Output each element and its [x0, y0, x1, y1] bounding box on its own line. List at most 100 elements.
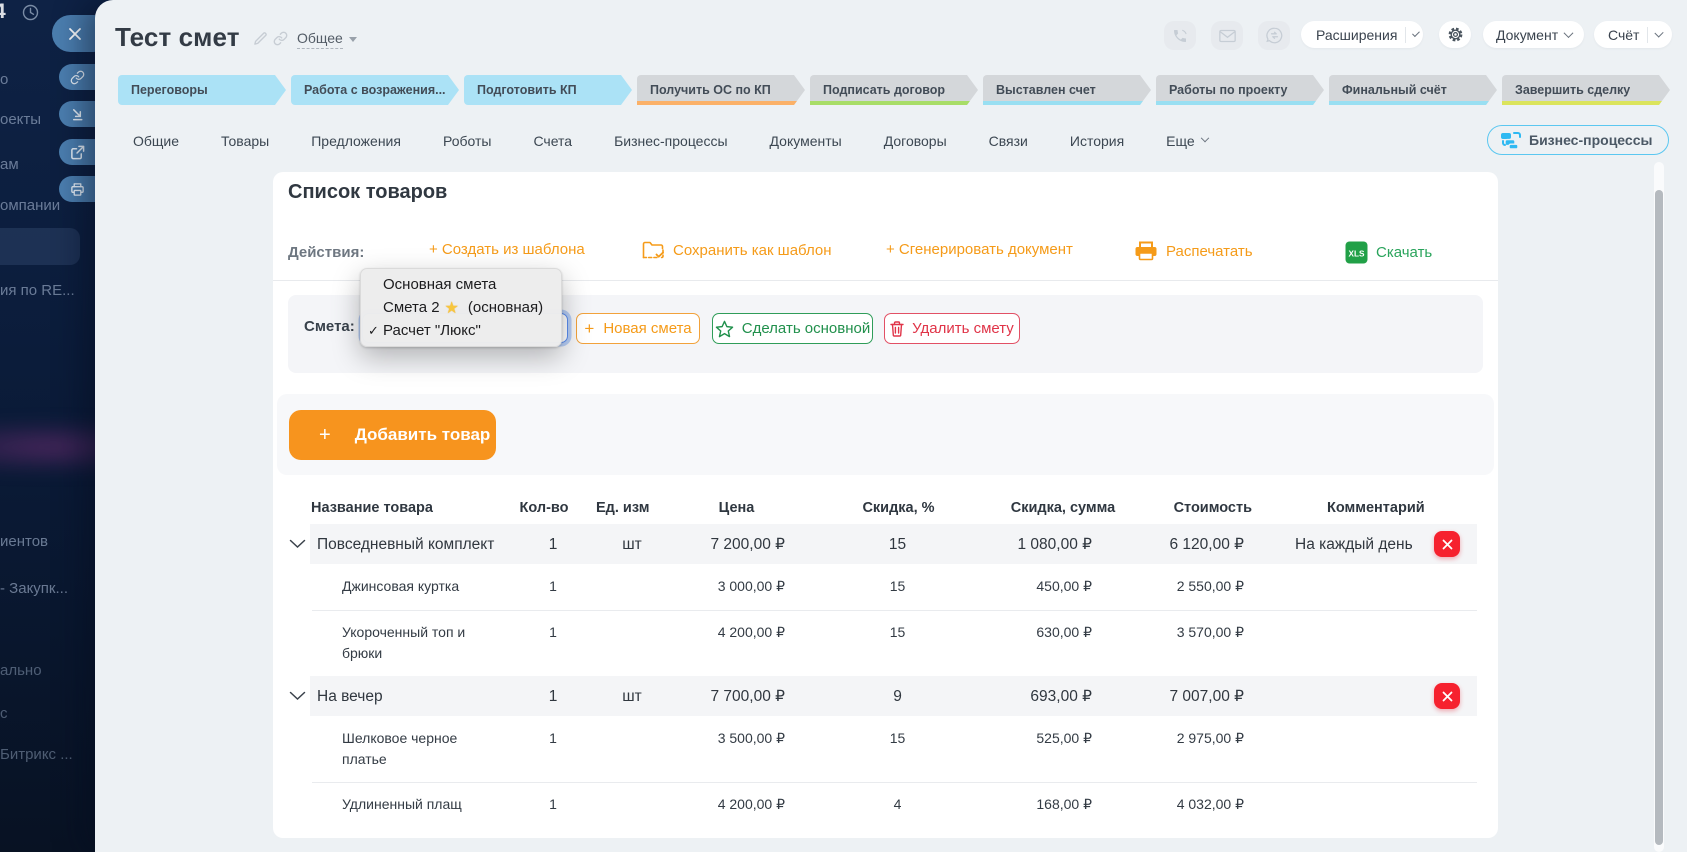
action-link[interactable]: + Создать из шаблона [429, 241, 585, 258]
tab-счета[interactable]: Счета [533, 133, 572, 149]
scrollbar-track[interactable] [1654, 162, 1664, 852]
pipeline-stage[interactable]: Выставлен счет [983, 75, 1151, 105]
tab-товары[interactable]: Товары [221, 133, 269, 149]
scrollbar-thumb[interactable] [1655, 190, 1663, 845]
document-button[interactable]: Документ [1483, 21, 1584, 48]
stage-label: Подготовить КП [477, 83, 577, 97]
sidebar-item-fragment[interactable]: омпании [0, 197, 60, 214]
chevron-down-icon[interactable] [289, 691, 306, 701]
pipeline-stage[interactable]: Подготовить КП [464, 75, 632, 105]
tab-общие[interactable]: Общие [133, 133, 179, 149]
estimate-menu-item[interactable]: Основная смета [361, 273, 561, 296]
product-name: Джинсовая куртка [342, 576, 459, 597]
chat-button[interactable] [1258, 21, 1290, 50]
row-chevron-cell[interactable] [288, 676, 315, 716]
tab-предложения[interactable]: Предложения [311, 133, 401, 149]
column-header: Комментарий [1258, 500, 1477, 524]
tab-more-label: Еще [1166, 133, 1195, 149]
sidebar-item-fragment[interactable]: о [0, 71, 8, 88]
pipeline-stage[interactable]: Завершить сделку [1502, 75, 1670, 105]
pipeline-stage-bar: Переговоры Работа с возражения... Подготов… [118, 75, 1675, 105]
stage-label: Работа с возражения... [304, 83, 446, 97]
sidebar-item-fragment[interactable]: иентов [0, 533, 48, 550]
pipeline-stage[interactable]: Получить ОС по КП [637, 75, 805, 105]
tab-bar: Общие Товары Предложения Роботы Счета Бизнес-… [133, 125, 1208, 157]
new-estimate-label: Новая смета [603, 320, 691, 337]
estimate-menu-item[interactable]: ✓Расчет "Люкс" [361, 319, 561, 342]
action-label: Скачать [1376, 244, 1432, 261]
unit-cell [596, 564, 668, 610]
sidebar-item-fragment[interactable]: с [0, 705, 8, 722]
action-folder-check[interactable]: Сохранить как шаблон [642, 241, 832, 260]
delete-estimate-button[interactable]: Удалить смету [884, 313, 1020, 344]
discount-sum-cell: 450,00 ₽ [988, 564, 1118, 610]
table-row: На вечер1шт7 700,00 ₽9693,00 ₽7 007,00 ₽ [288, 676, 1477, 716]
tab-роботы[interactable]: Роботы [443, 133, 491, 149]
quantity-cell: 1 [510, 716, 596, 782]
tab-история[interactable]: История [1070, 133, 1124, 149]
tab-документы[interactable]: Документы [770, 133, 842, 149]
pipeline-stage[interactable]: Финальный счёт [1329, 75, 1497, 105]
sidebar-item-fragment[interactable]: Битрикс ... [0, 746, 73, 763]
category-label[interactable]: Общее [297, 30, 343, 49]
quantity-cell: 1 [510, 564, 596, 610]
sidebar-item-fragment[interactable]: ия по RE... [0, 282, 75, 299]
quantity-cell: 1 [510, 782, 596, 828]
mail-button[interactable] [1211, 21, 1243, 50]
row-chevron-cell [288, 610, 315, 676]
invoice-button[interactable]: Счёт [1594, 21, 1672, 48]
delete-row-button[interactable] [1434, 683, 1460, 709]
extensions-button[interactable]: Расширения [1301, 21, 1423, 48]
pipeline-stage[interactable]: Подписать договор [810, 75, 978, 105]
sidebar-active-item-highlight[interactable] [0, 228, 80, 265]
product-name: Укороченный топ и брюки [342, 622, 474, 664]
price-cell: 4 200,00 ₽ [668, 782, 793, 828]
pipeline-stage[interactable]: Работа с возражения... [291, 75, 459, 105]
extensions-label: Расширения [1316, 27, 1397, 43]
add-product-label: Добавить товар [355, 425, 491, 445]
pipeline-stage[interactable]: Работы по проекту [1156, 75, 1324, 105]
edit-title-icon[interactable] [253, 31, 268, 46]
tab-договоры[interactable]: Договоры [884, 133, 947, 149]
sidebar-item-fragment[interactable]: ально [0, 662, 42, 679]
action-link[interactable]: + Сгенерировать документ [886, 241, 1073, 258]
stage-label: Завершить сделку [1515, 83, 1630, 97]
sidebar-item-fragment[interactable]: - Закупк... [0, 580, 68, 597]
tab-more[interactable]: Еще [1166, 133, 1208, 149]
business-process-button[interactable]: Бизнес-процессы [1487, 125, 1669, 155]
stage-accent [810, 101, 978, 105]
pipeline-stage[interactable]: Переговоры [118, 75, 286, 105]
product-name: Повседневный комплект [317, 534, 494, 555]
table-row: Повседневный комплект1шт7 200,00 ₽151 08… [288, 524, 1477, 564]
settings-gear-button[interactable] [1439, 21, 1471, 48]
new-estimate-button[interactable]: + Новая смета [576, 313, 700, 344]
title-link-icon[interactable] [273, 31, 288, 46]
star-icon [715, 320, 734, 338]
product-name-cell: На вечер [315, 676, 510, 716]
stage-label: Выставлен счет [996, 83, 1096, 97]
quantity-cell: 1 [510, 610, 596, 676]
stage-accent [1329, 101, 1497, 105]
comment-cell [1258, 782, 1477, 828]
tab-бизнес-процессы[interactable]: Бизнес-процессы [614, 133, 727, 149]
phone-button[interactable] [1164, 21, 1196, 50]
column-header: Скидка, сумма [988, 500, 1118, 524]
delete-row-button[interactable] [1434, 531, 1460, 557]
checkmark-icon: ✓ [368, 323, 383, 339]
unit-cell: шт [596, 676, 668, 716]
chevron-down-icon [1655, 28, 1664, 37]
action-printer[interactable]: Распечатать [1134, 241, 1253, 261]
chevron-down-icon [1200, 134, 1208, 142]
sidebar-item-fragment[interactable]: ам [0, 156, 19, 173]
action-label: + Сгенерировать документ [886, 241, 1073, 258]
add-product-button[interactable]: + Добавить товар [289, 410, 496, 460]
make-primary-button[interactable]: Сделать основной [712, 313, 873, 344]
category-selector[interactable]: Общее [297, 30, 357, 46]
sidebar-item-fragment[interactable]: оекты [0, 111, 41, 128]
quantity-cell: 1 [510, 676, 596, 716]
chevron-down-icon[interactable] [289, 539, 306, 549]
estimate-menu-item[interactable]: Смета 2★(основная) [361, 296, 561, 319]
row-chevron-cell[interactable] [288, 524, 315, 564]
action-xls[interactable]: XLSСкачать [1345, 241, 1432, 264]
tab-связи[interactable]: Связи [989, 133, 1028, 149]
